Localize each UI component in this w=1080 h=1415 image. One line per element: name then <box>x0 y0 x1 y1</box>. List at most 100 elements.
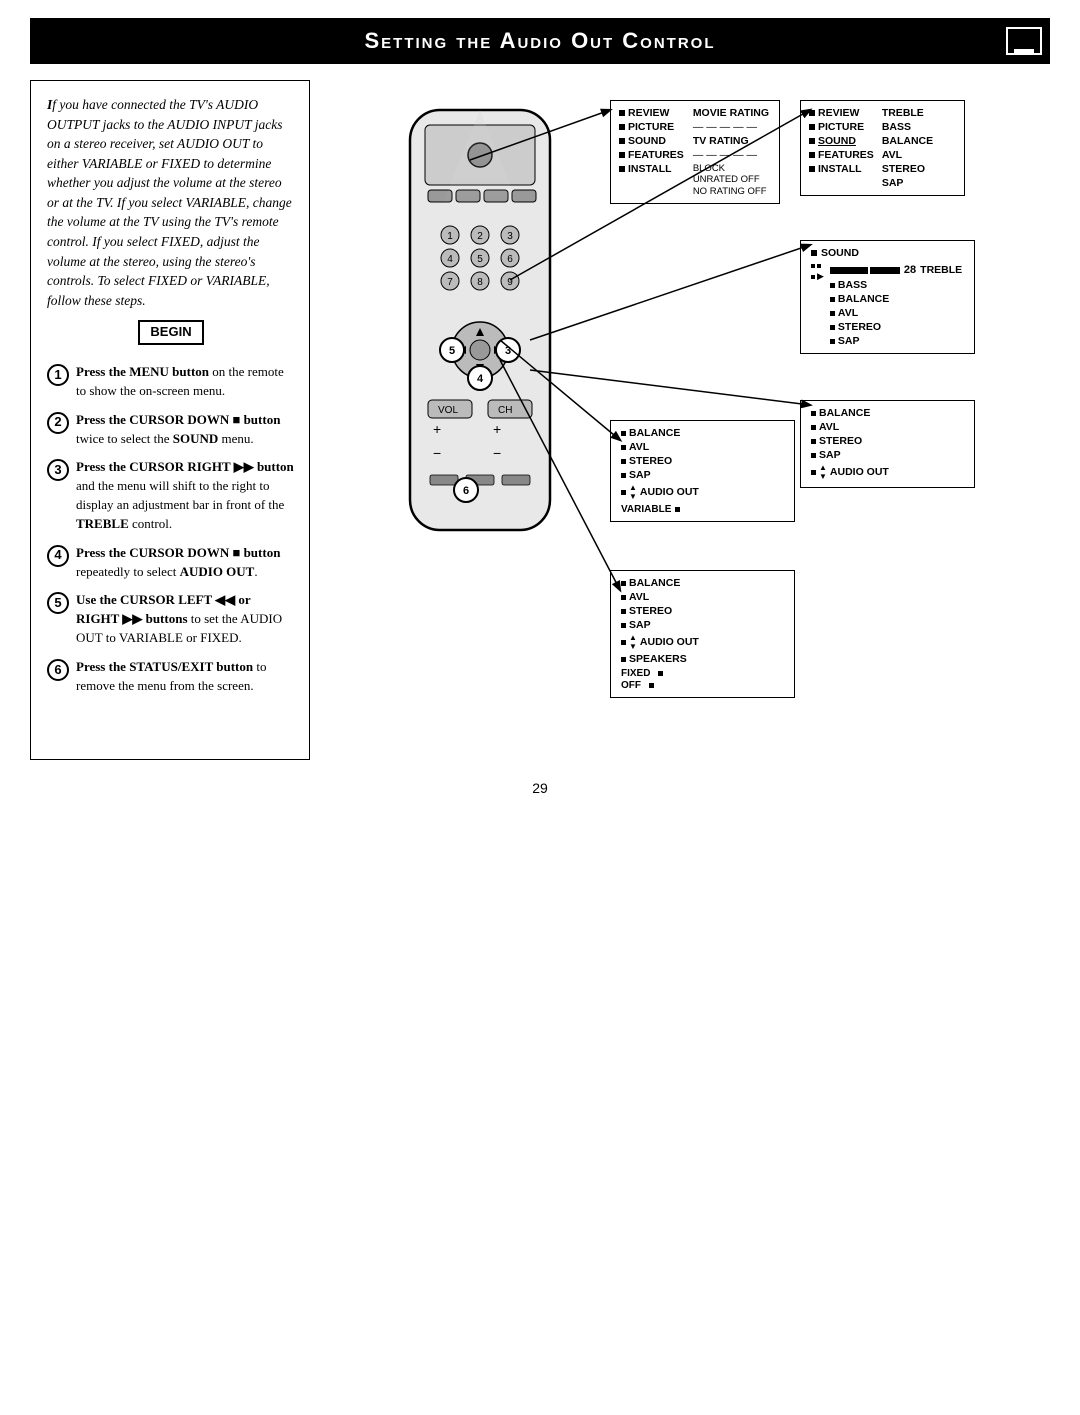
step-2-number: 2 <box>47 412 69 434</box>
main-content: If you have connected the TV's AUDIO OUT… <box>30 80 1050 760</box>
svg-text:7: 7 <box>447 277 453 288</box>
m3-bass: BASS <box>838 279 867 291</box>
svg-text:−: − <box>493 445 501 461</box>
m2-sap: SAP <box>882 177 933 189</box>
m2-treble: TREBLE <box>882 107 933 119</box>
step-4: 4 Press the CURSOR DOWN ■ button repeate… <box>47 544 295 582</box>
m5-sap: SAP <box>629 469 651 481</box>
menu-box-1: REVIEW PICTURE SOUND FEATURES INSTALL MO… <box>610 100 780 204</box>
page-title: Setting the Audio Out Control <box>50 28 1030 54</box>
m2-stereo: STEREO <box>882 163 933 175</box>
begin-badge: BEGIN <box>138 320 203 345</box>
m2-picture: PICTURE <box>818 121 864 133</box>
svg-text:5: 5 <box>449 345 455 357</box>
svg-text:3: 3 <box>507 231 513 242</box>
svg-text:6: 6 <box>463 485 469 497</box>
m6-off-label: OFF <box>621 680 641 691</box>
menu-box-6: BALANCE AVL STEREO SAP ▲▼ AUDIO OUT SPEA… <box>610 570 795 698</box>
tv-icon <box>1006 27 1042 55</box>
m6-audio-out: AUDIO OUT <box>640 636 699 648</box>
svg-text:4: 4 <box>477 373 484 385</box>
svg-text:4: 4 <box>447 254 453 265</box>
step-5-number: 5 <box>47 592 69 614</box>
step-3-number: 3 <box>47 459 69 481</box>
svg-text:8: 8 <box>477 277 483 288</box>
m3-balance: BALANCE <box>838 293 889 305</box>
m1-dashes2: — — — — — <box>693 149 771 161</box>
m1-picture: PICTURE <box>628 121 674 133</box>
m4-stereo: STEREO <box>819 435 862 447</box>
step-4-number: 4 <box>47 545 69 567</box>
step-6-number: 6 <box>47 659 69 681</box>
step-1-number: 1 <box>47 364 69 386</box>
m6-avl: AVL <box>629 591 649 603</box>
m2-review: REVIEW <box>818 107 859 119</box>
m3-indicator: ▶ <box>817 271 824 281</box>
m2-install: INSTALL <box>818 163 862 175</box>
svg-text:6: 6 <box>507 254 513 265</box>
diagram-panel: 1 2 3 4 5 6 7 8 9 <box>320 80 1050 760</box>
step-5: 5 Use the CURSOR LEFT ◀◀ or RIGHT ▶▶ but… <box>47 591 295 648</box>
m3-sound-label: SOUND <box>821 247 859 259</box>
m1-review: REVIEW <box>628 107 669 119</box>
step-3: 3 Press the CURSOR RIGHT ▶▶ button and t… <box>47 458 295 533</box>
m5-avl: AVL <box>629 441 649 453</box>
m1-tv-rating: TV RATING <box>693 135 771 147</box>
m3-avl: AVL <box>838 307 858 319</box>
m5-audio-out: AUDIO OUT <box>640 486 699 498</box>
page-number: 29 <box>0 780 1080 816</box>
svg-text:VOL: VOL <box>438 405 458 416</box>
m1-install: INSTALL <box>628 163 672 175</box>
m6-balance: BALANCE <box>629 577 680 589</box>
m4-updown: ▲▼ <box>819 463 827 481</box>
svg-text:5: 5 <box>477 254 483 265</box>
m1-dashes1: — — — — — <box>693 121 771 133</box>
m3-treble-label: TREBLE <box>920 264 962 276</box>
svg-text:CH: CH <box>498 405 512 416</box>
m1-movie-rating: MOVIE RATING <box>693 107 771 119</box>
step-6: 6 Press the STATUS/EXIT button to remove… <box>47 658 295 696</box>
menu-box-2: REVIEW PICTURE SOUND FEATURES INSTALL TR… <box>800 100 965 196</box>
m4-audio-out: AUDIO OUT <box>830 466 889 478</box>
m6-sap: SAP <box>629 619 651 631</box>
svg-text:+: + <box>493 421 501 437</box>
m4-sap: SAP <box>819 449 841 461</box>
m2-avl: AVL <box>882 149 933 161</box>
m1-sound: SOUND <box>628 135 666 147</box>
step-3-text: Press the CURSOR RIGHT ▶▶ button and the… <box>76 458 295 533</box>
m3-sap: SAP <box>838 335 860 347</box>
step-2-text: Press the CURSOR DOWN ■ button twice to … <box>76 411 295 449</box>
m1-no-rating: NO RATING OFF <box>693 186 771 197</box>
menu-box-5: BALANCE AVL STEREO SAP ▲▼ AUDIO OUT VARI… <box>610 420 795 522</box>
m2-sound: SOUND <box>818 135 856 147</box>
instructions-panel: If you have connected the TV's AUDIO OUT… <box>30 80 310 760</box>
m4-avl: AVL <box>819 421 839 433</box>
m3-value: 28 <box>904 264 916 276</box>
menu-box-4: BALANCE AVL STEREO SAP ▲▼ AUDIO OUT <box>800 400 975 488</box>
svg-text:1: 1 <box>447 231 453 242</box>
svg-text:2: 2 <box>477 231 483 242</box>
step-2: 2 Press the CURSOR DOWN ■ button twice t… <box>47 411 295 449</box>
remote-control: 1 2 3 4 5 6 7 8 9 <box>370 90 610 670</box>
intro-text: If you have connected the TV's AUDIO OUT… <box>47 95 295 310</box>
step-1: 1 Press the MENU button on the remote to… <box>47 363 295 401</box>
m5-updown: ▲▼ <box>629 483 637 501</box>
step-4-text: Press the CURSOR DOWN ■ button repeatedl… <box>76 544 295 582</box>
page-header: Setting the Audio Out Control <box>30 18 1050 64</box>
m3-stereo: STEREO <box>838 321 881 333</box>
svg-text:3: 3 <box>505 345 511 357</box>
menu-box-3: SOUND ▶ 28 <box>800 240 975 354</box>
m6-speakers: SPEAKERS <box>629 653 687 665</box>
svg-text:9: 9 <box>507 277 513 288</box>
m4-balance: BALANCE <box>819 407 870 419</box>
m5-balance: BALANCE <box>629 427 680 439</box>
m6-stereo: STEREO <box>629 605 672 617</box>
m2-features: FEATURES <box>818 149 874 161</box>
step-5-text: Use the CURSOR LEFT ◀◀ or RIGHT ▶▶ butto… <box>76 591 295 648</box>
step-6-text: Press the STATUS/EXIT button to remove t… <box>76 658 295 696</box>
m2-bass: BASS <box>882 121 933 133</box>
m2-balance: BALANCE <box>882 135 933 147</box>
m1-features: FEATURES <box>628 149 684 161</box>
m6-fixed-label: FIXED <box>621 668 650 679</box>
m5-variable-label: VARIABLE <box>621 504 671 515</box>
